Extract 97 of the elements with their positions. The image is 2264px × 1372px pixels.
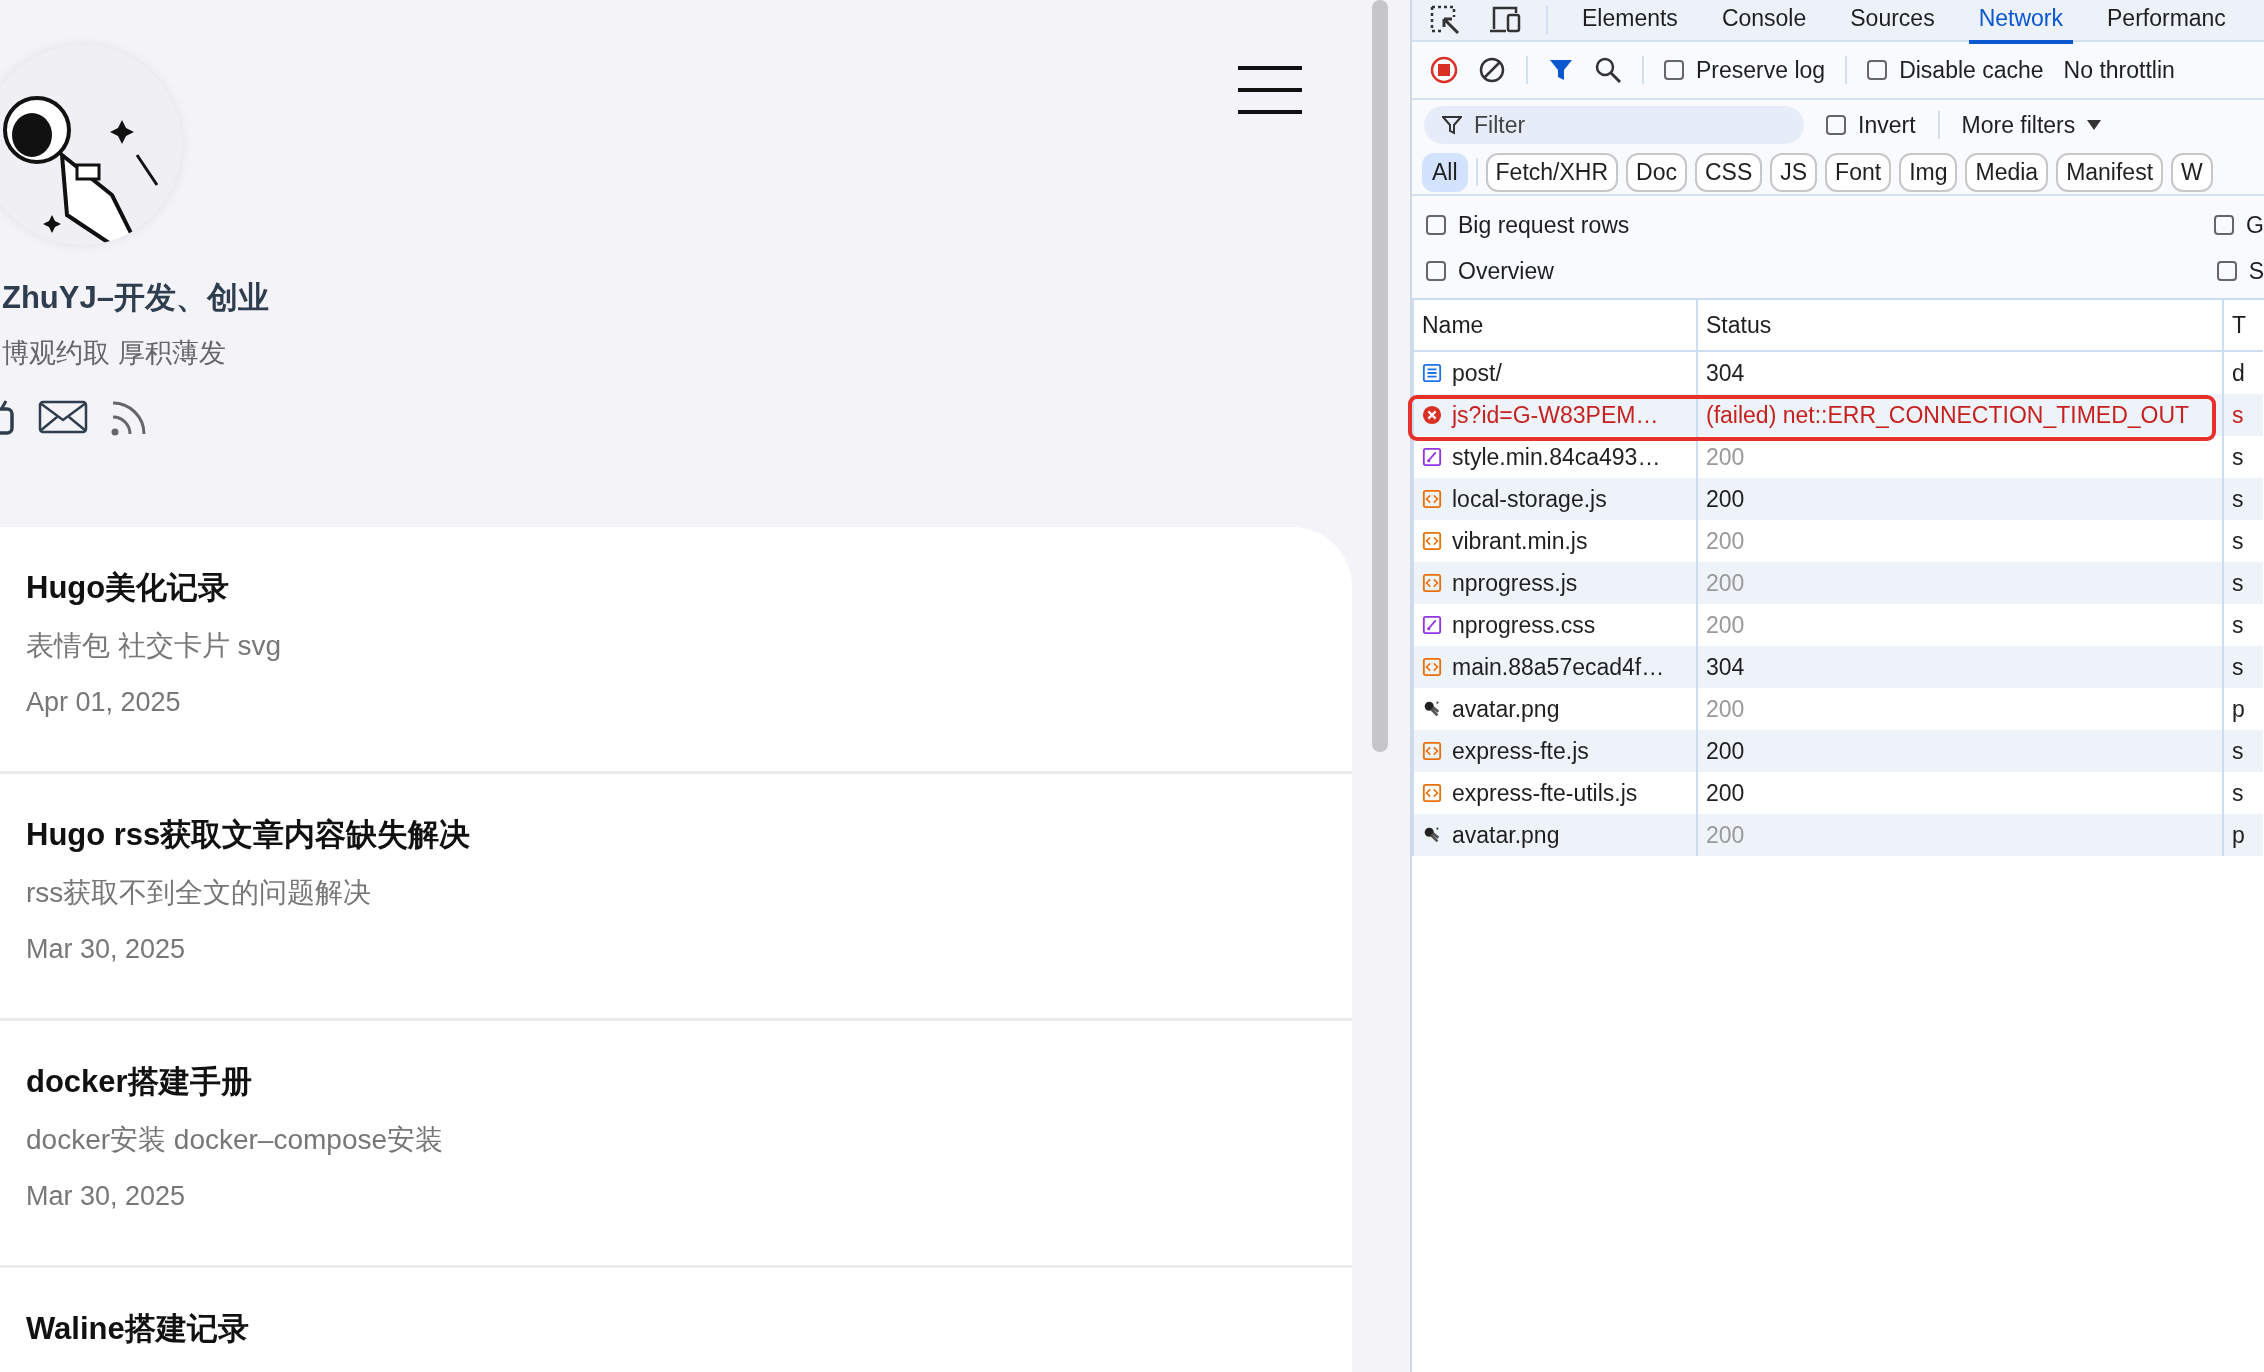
status-text: 200 xyxy=(1706,695,1745,722)
post-summary: docker安装 docker–compose安装 xyxy=(26,1123,445,1157)
status-text: (failed) net::ERR_CONNECTION_TIMED_OUT xyxy=(1706,401,2190,428)
code-icon xyxy=(1422,741,1442,761)
code-icon xyxy=(1422,531,1442,551)
devtools-tab[interactable]: Performanc xyxy=(2097,2,2236,44)
code-icon xyxy=(1422,783,1442,803)
search-icon[interactable] xyxy=(1594,56,1622,84)
post-title[interactable]: docker搭建手册 xyxy=(26,1061,1326,1103)
caret-icon xyxy=(2087,120,2102,130)
code-icon xyxy=(1422,573,1442,593)
mail-icon[interactable] xyxy=(38,400,88,434)
status-text: 200 xyxy=(1706,485,1745,512)
post-title[interactable]: Hugo rss获取文章内容缺失解决 xyxy=(26,814,1326,856)
checkbox-label: Disable cache xyxy=(1899,56,2044,84)
checkbox[interactable] xyxy=(2216,261,2237,281)
table-cell: s xyxy=(2232,569,2244,596)
checkbox-label: Overview xyxy=(1458,257,1554,285)
checkbox[interactable] xyxy=(1664,60,1684,80)
table-cell: p xyxy=(2232,821,2245,848)
checkbox-label: S xyxy=(2248,257,2264,285)
scrollbar[interactable] xyxy=(1372,0,1388,752)
request-name[interactable]: style.min.84ca493… xyxy=(1452,443,1661,471)
post-title[interactable]: Hugo美化记录 xyxy=(26,567,1326,609)
table-cell: s xyxy=(2232,611,2244,638)
devtools-tab[interactable]: Network xyxy=(1968,2,2073,44)
filter-field[interactable]: Filter xyxy=(1424,106,1804,144)
status-text: 304 xyxy=(1706,653,1745,680)
status-text: 200 xyxy=(1706,569,1745,596)
checkbox[interactable] xyxy=(2214,215,2235,235)
author-name: ZhuYJ–开发、创业 xyxy=(2,279,270,317)
devtools-tab[interactable]: Elements xyxy=(1572,2,1688,44)
checkbox[interactable] xyxy=(1426,215,1446,235)
post-date: Mar 30, 2025 xyxy=(26,934,187,965)
clear-icon[interactable] xyxy=(1478,56,1506,84)
image-icon xyxy=(1422,699,1442,719)
status-text: 200 xyxy=(1706,611,1745,638)
request-name[interactable]: post/ xyxy=(1452,359,1502,387)
devtools-tab[interactable]: Sources xyxy=(1840,2,1945,44)
post-date: Apr 01, 2025 xyxy=(26,687,182,718)
brush-icon xyxy=(1422,447,1442,467)
type-filter-chip[interactable]: CSS xyxy=(1694,152,1763,192)
menu-icon[interactable] xyxy=(1238,65,1302,115)
table-cell: s xyxy=(2232,485,2244,512)
table-cell: s xyxy=(2232,401,2244,428)
type-filter-chip[interactable]: All xyxy=(1422,152,1468,192)
post-summary: 表情包 社交卡片 svg xyxy=(26,629,283,663)
code-icon xyxy=(1422,489,1442,509)
type-filter-chip[interactable]: Doc xyxy=(1626,152,1687,192)
record-icon[interactable] xyxy=(1430,56,1458,84)
image-icon xyxy=(1422,825,1442,845)
filter-icon[interactable] xyxy=(1548,57,1574,83)
type-filter-chip[interactable]: Manifest xyxy=(2056,152,2164,192)
table-cell: s xyxy=(2232,779,2244,806)
status-text: 200 xyxy=(1706,779,1745,806)
checkbox-label: Preserve log xyxy=(1696,56,1826,84)
table-cell: p xyxy=(2232,695,2245,722)
checkbox[interactable] xyxy=(1867,60,1888,80)
status-text: 200 xyxy=(1706,737,1745,764)
status-text: 200 xyxy=(1706,821,1745,848)
type-filter-chip[interactable]: JS xyxy=(1770,152,1818,192)
type-filter-chip[interactable]: W xyxy=(2171,152,2213,192)
request-name[interactable]: avatar.png xyxy=(1452,695,1560,723)
brush-icon xyxy=(1422,615,1442,635)
checkbox-label: Invert xyxy=(1858,111,1916,139)
checkbox-label: G xyxy=(2246,211,2264,239)
request-name[interactable]: nprogress.css xyxy=(1452,611,1596,639)
request-name[interactable]: vibrant.min.js xyxy=(1452,527,1588,555)
table-cell: d xyxy=(2232,359,2245,386)
more-filters-dropdown[interactable]: More filters xyxy=(1961,111,2102,139)
type-filter-chip[interactable]: Fetch/XHR xyxy=(1485,152,1619,192)
device-icon[interactable] xyxy=(1488,5,1522,35)
post-date: Mar 30, 2025 xyxy=(26,1181,187,1212)
request-name[interactable]: express-fte-utils.js xyxy=(1452,779,1638,807)
status-text: 200 xyxy=(1706,527,1745,554)
type-filter-chip[interactable]: Img xyxy=(1899,152,1958,192)
devtools-tab[interactable]: Console xyxy=(1711,2,1817,44)
post-summary: rss获取不到全文的问题解决 xyxy=(26,876,373,910)
type-filter-chip[interactable]: Media xyxy=(1965,152,2049,192)
table-cell: s xyxy=(2232,443,2244,470)
error-icon xyxy=(1422,405,1442,425)
motto: 博观约取 厚积薄发 xyxy=(2,337,227,370)
type-filter-chip[interactable]: Font xyxy=(1825,152,1892,192)
document-icon xyxy=(1422,363,1442,383)
table-cell: s xyxy=(2232,737,2244,764)
placeholder: Filter xyxy=(1474,111,1526,139)
post-title[interactable]: Waline搭建记录 xyxy=(26,1308,1326,1350)
checkbox-label: Big request rows xyxy=(1458,211,1630,239)
status-text: 200 xyxy=(1706,443,1745,470)
checkbox[interactable] xyxy=(1426,261,1446,281)
filter-icon xyxy=(1442,115,1462,135)
code-icon xyxy=(1422,657,1442,677)
table-cell: s xyxy=(2232,527,2244,554)
checkbox[interactable] xyxy=(1826,115,1846,135)
table-cell: s xyxy=(2232,653,2244,680)
throttling-dropdown[interactable]: No throttlin xyxy=(2063,56,2175,84)
status-text: 304 xyxy=(1706,359,1745,386)
